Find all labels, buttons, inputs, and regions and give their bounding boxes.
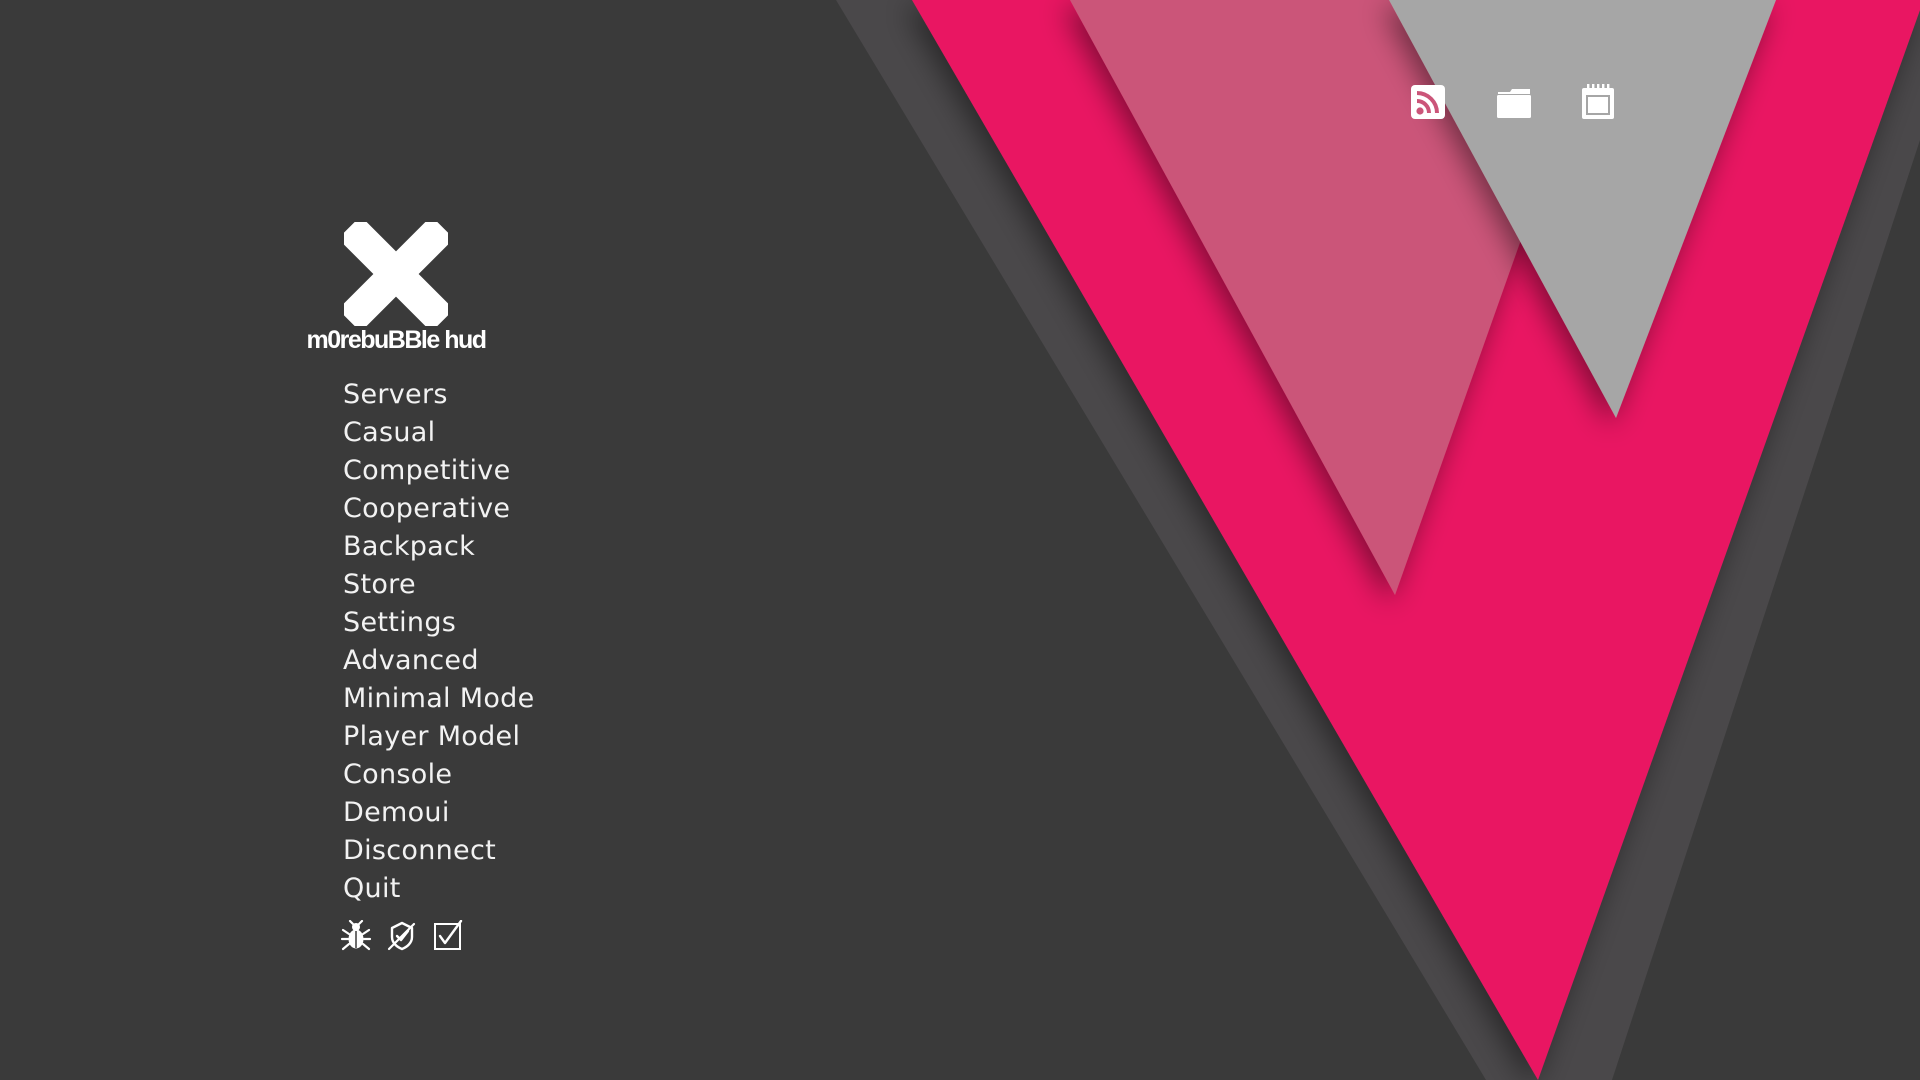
main-menu: Servers Casual Competitive Cooperative B…	[343, 376, 535, 908]
bug-icon[interactable]	[340, 920, 372, 952]
rss-icon[interactable]	[1410, 82, 1446, 122]
menu-item-minimal-mode[interactable]: Minimal Mode	[343, 680, 535, 718]
folder-icon[interactable]	[1496, 82, 1532, 122]
x-cross-icon	[344, 222, 448, 326]
checkbox-icon[interactable]	[432, 920, 464, 952]
menu-item-cooperative[interactable]: Cooperative	[343, 490, 535, 528]
menu-item-advanced[interactable]: Advanced	[343, 642, 535, 680]
menu-item-demoui[interactable]: Demoui	[343, 794, 535, 832]
main-menu-screen: m0rebuBBle hud Servers Casual Competitiv…	[0, 0, 1920, 1080]
bottom-icon-bar	[340, 920, 464, 952]
achievements-icon[interactable]	[386, 920, 418, 952]
menu-item-store[interactable]: Store	[343, 566, 535, 604]
menu-item-quit[interactable]: Quit	[343, 870, 535, 908]
menu-item-servers[interactable]: Servers	[343, 376, 535, 414]
menu-item-competitive[interactable]: Competitive	[343, 452, 535, 490]
menu-item-player-model[interactable]: Player Model	[343, 718, 535, 756]
menu-item-console[interactable]: Console	[343, 756, 535, 794]
menu-item-backpack[interactable]: Backpack	[343, 528, 535, 566]
menu-item-settings[interactable]: Settings	[343, 604, 535, 642]
calendar-icon[interactable]	[1580, 82, 1616, 122]
hud-title: m0rebuBBle hud	[306, 326, 487, 354]
background-art	[836, 0, 1920, 1080]
menu-item-casual[interactable]: Casual	[343, 414, 535, 452]
menu-item-disconnect[interactable]: Disconnect	[343, 832, 535, 870]
